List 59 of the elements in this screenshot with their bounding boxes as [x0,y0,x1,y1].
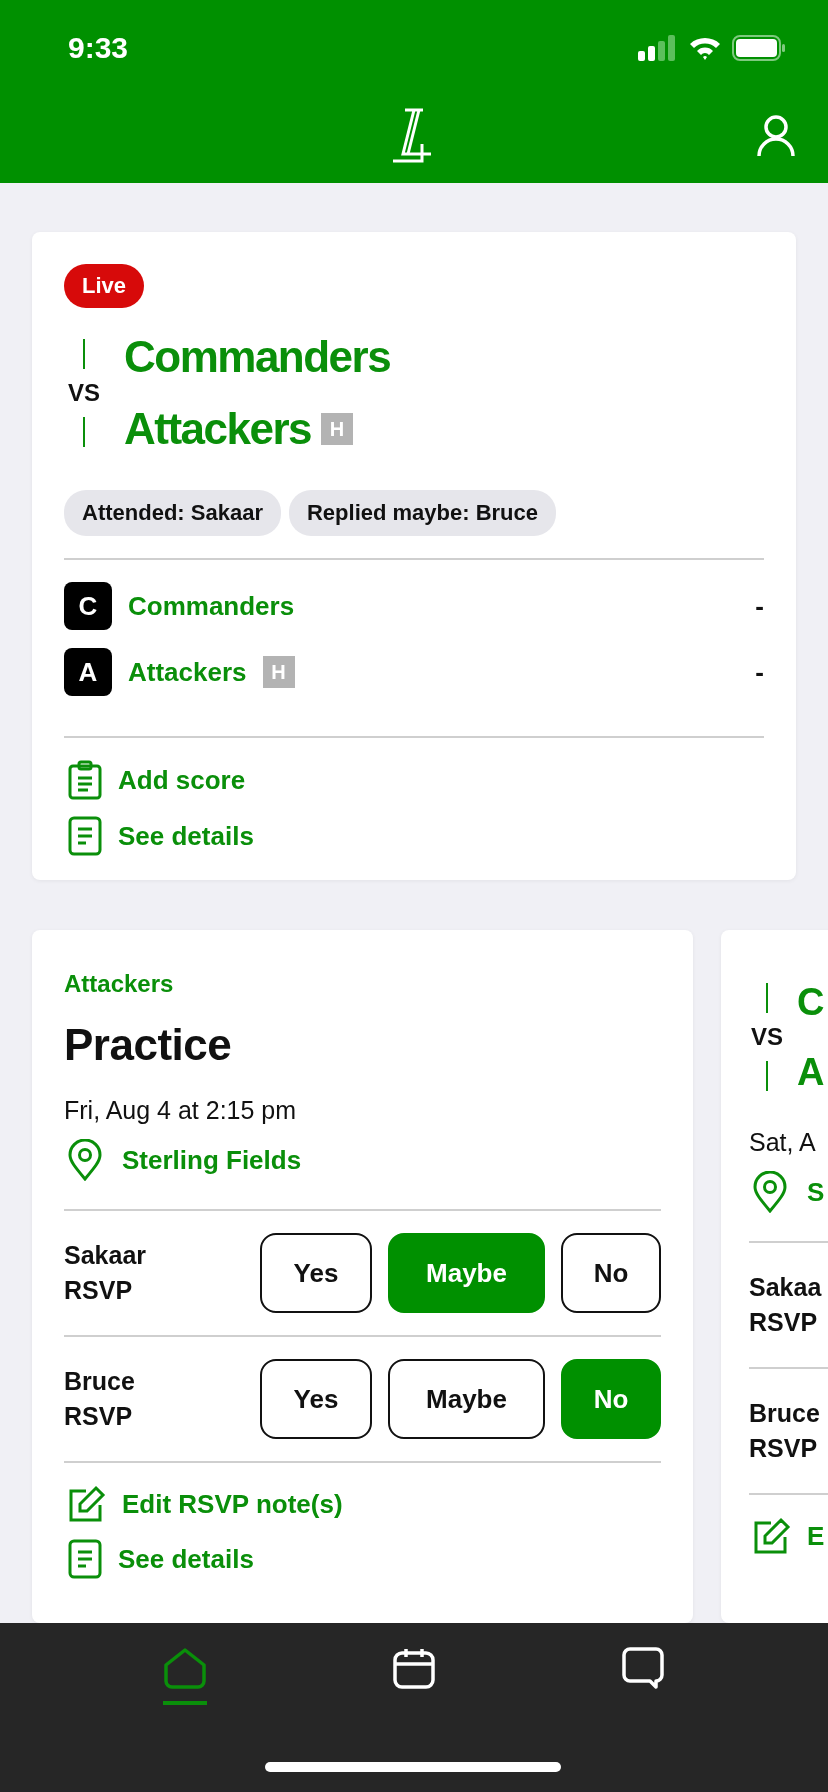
rsvp-label: RSVP [749,1433,819,1464]
event-datetime: Sat, A [749,1128,817,1157]
rsvp-option[interactable]: No [561,1233,661,1313]
home-badge: H [321,413,354,445]
profile-icon[interactable] [756,115,796,157]
edit-notes-link[interactable]: Edit RSVP note(s) [64,1485,661,1523]
location-link[interactable]: S [807,1176,825,1208]
document-icon [68,816,102,856]
edit-icon [753,1517,791,1555]
event-datetime: Fri, Aug 4 at 2:15 pm [64,1096,298,1125]
versus-label: VS [68,379,100,407]
member-name: Bruce [64,1366,135,1397]
clipboard-icon [68,760,102,800]
team-logo: C [64,582,112,630]
live-badge: Live [64,264,145,308]
team-name[interactable]: Attackers [128,656,247,688]
team-name: Commanders [124,332,391,382]
attendance-chip: Attended: Sakaar [64,490,281,536]
attendance-chip: Replied maybe: Bruce [288,490,557,536]
status-time: 9:33 [68,30,129,65]
see-details-link[interactable]: See details [64,1539,661,1579]
home-badge: H [262,656,295,688]
member-name: Bruce [749,1398,820,1429]
location-link[interactable]: Sterling Fields [122,1144,302,1176]
calendar-icon [393,1647,435,1689]
home-icon [162,1647,207,1689]
rsvp-label: RSVP [64,1401,134,1432]
team-score: - [755,656,764,688]
team-logo: A [64,648,112,696]
rsvp-label: RSVP [749,1307,819,1338]
member-name: Sakaar [64,1240,147,1271]
team-name: Attackers [124,404,312,454]
location-pin-icon [68,1139,102,1181]
practice-card[interactable]: Attackers Practice Fri, Aug 4 at 2:15 pm Sterling Fields Sakaar RSVP Yes Maybe No Bruce RSVP Yes Maybe No Edit RSVP note(s) See details [32,930,693,1623]
game-card[interactable]: VS C A Sat, A S Sakaa RSVP Bruce RSVP E [721,930,828,1623]
add-score-link[interactable]: Add score [64,760,764,800]
rsvp-option[interactable]: Maybe [388,1359,545,1439]
chat-icon [622,1647,665,1689]
see-details-link[interactable]: See details [64,816,764,856]
rsvp-option[interactable]: Yes [260,1359,372,1439]
team-name: Attackers [64,970,175,998]
rsvp-option[interactable]: No [561,1359,661,1439]
team-name: C [797,980,823,1024]
edit-icon [68,1485,106,1523]
team-name[interactable]: Commanders [128,590,295,622]
rsvp-option[interactable]: Maybe [388,1233,545,1313]
document-icon [68,1539,102,1579]
signal-icon [638,34,678,61]
rsvp-option[interactable]: Yes [260,1233,372,1313]
team-name: A [797,1050,823,1094]
versus-label: VS [751,1023,783,1051]
member-name: Sakaa [749,1272,822,1303]
game-card[interactable]: Live VS Commanders Attackers H Attended: Sakaar Replied maybe: Bruce C Commanders - A Attackers H - Add score See details [32,232,796,880]
location-pin-icon [753,1171,787,1213]
edit-notes-link[interactable]: E [749,1517,828,1555]
battery-icon [732,34,786,61]
team-score: - [755,590,764,622]
event-title: Practice [64,1020,233,1070]
rsvp-label: RSVP [64,1275,134,1306]
